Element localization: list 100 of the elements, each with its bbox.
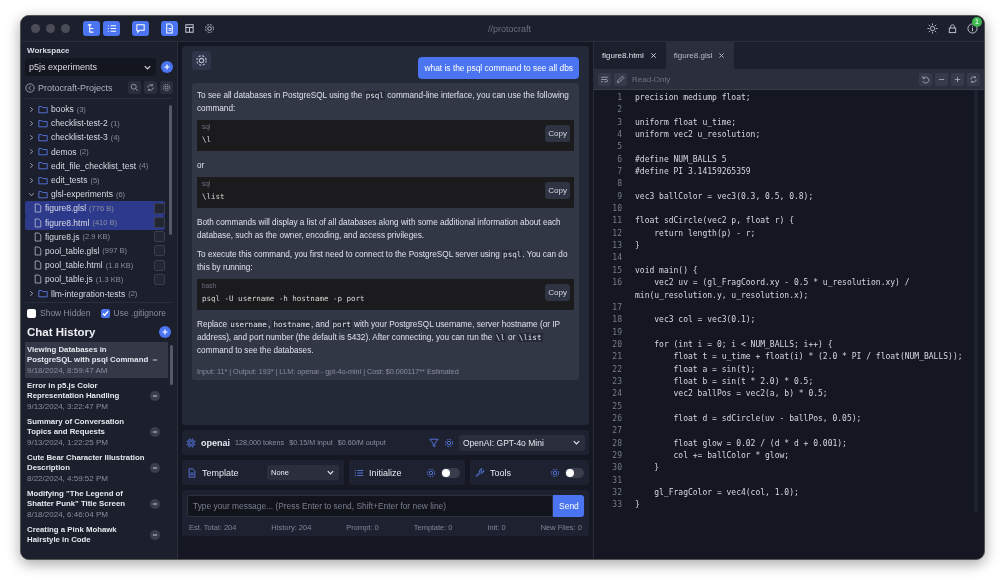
line-number: 20 — [611, 338, 622, 351]
line-number: 26 — [611, 412, 622, 425]
line-number: 9 — [616, 190, 622, 203]
folder-name: checklist-test-2 — [51, 118, 108, 129]
line-number: 21 — [611, 351, 622, 364]
folder-name: llm-integration-tests — [51, 288, 126, 299]
search-icon — [130, 83, 139, 92]
send-button[interactable]: Send — [553, 495, 584, 517]
code-line: float d = sdCircle(uv - ballPos, 0.05); — [672, 412, 863, 425]
file-checkbox[interactable] — [154, 217, 165, 229]
copy-button[interactable]: Copy — [545, 182, 570, 199]
remove-chat-button[interactable] — [150, 427, 160, 437]
close-icon[interactable] — [718, 52, 726, 59]
info-icon[interactable] — [967, 23, 978, 34]
code-line: float a = sin(t); — [672, 363, 757, 376]
workspace-select[interactable]: p5js experiments — [25, 58, 156, 76]
edit-button[interactable] — [614, 72, 627, 86]
code-line: } — [635, 240, 641, 253]
checkbox[interactable] — [100, 308, 110, 318]
window-title: //protocraft — [487, 23, 532, 34]
code-line: vec2 ballPos = vec2(a, b) * 0.5; — [672, 388, 829, 401]
filter-icon[interactable] — [429, 437, 439, 448]
settings-icon — [162, 83, 171, 92]
file-checkbox[interactable] — [154, 273, 165, 285]
chat-date: 8/18/2024, 6:46:04 PM — [27, 510, 109, 519]
tab-label: figure8.html — [602, 51, 644, 60]
folder-name: edit_file_checklist_test — [51, 160, 137, 171]
message-input[interactable]: Type your message... (Press Enter to send, Shift+Enter for new line) — [187, 495, 553, 517]
word-wrap-button[interactable] — [598, 72, 611, 86]
search-button[interactable] — [128, 81, 141, 94]
user-message: what is the psql command to see all dbs — [418, 57, 579, 79]
code-line: float sdCircle(vec2 p, float r) { — [635, 215, 795, 228]
line-number: 31 — [611, 474, 622, 487]
project-name: Protocraft-Projects — [38, 82, 114, 93]
remove-chat-button[interactable] — [150, 463, 160, 473]
tab-label: figure8.glsl — [673, 51, 713, 60]
editor-tab[interactable]: figure8.html — [594, 42, 666, 69]
initialize-label: Initialize — [369, 467, 402, 478]
checkbox-label: Use .gitignore — [113, 308, 166, 318]
code-line: vec3 col = vec3(0.1); — [653, 314, 757, 327]
settings-button[interactable] — [160, 81, 173, 94]
settings-icon[interactable] — [444, 437, 454, 448]
line-number: 33 — [611, 499, 622, 512]
settings-icon[interactable] — [426, 467, 436, 478]
file-icon — [34, 203, 42, 214]
scrollbar[interactable] — [169, 105, 172, 235]
remove-chat-button[interactable] — [150, 391, 160, 401]
model-select[interactable]: OpenAI: GPT-4o Mini — [459, 434, 585, 451]
sun-icon[interactable] — [927, 23, 938, 34]
toggle-switch[interactable] — [565, 467, 584, 478]
scrollbar[interactable] — [170, 345, 173, 385]
workspace-label: Workspace — [27, 46, 71, 55]
list-view-icon[interactable] — [103, 21, 120, 36]
file-checkbox[interactable] — [154, 231, 165, 243]
refresh-button[interactable] — [967, 72, 980, 86]
line-number: 32 — [611, 487, 622, 499]
copy-button[interactable]: Copy — [545, 125, 570, 142]
lock-icon[interactable] — [947, 23, 958, 34]
folder-name: edit_tests — [51, 175, 88, 186]
remove-chat-button[interactable] — [150, 499, 160, 509]
copy-button[interactable]: Copy — [545, 284, 570, 301]
file-icon[interactable] — [161, 21, 178, 36]
back-icon[interactable] — [25, 82, 35, 93]
toggle-switch[interactable] — [441, 467, 460, 478]
undo-button[interactable] — [919, 72, 932, 86]
wrench-icon — [475, 467, 485, 478]
close-icon[interactable] — [649, 52, 657, 59]
zoom-out-button[interactable] — [935, 72, 948, 86]
file-icon — [34, 274, 42, 285]
new-chat-button[interactable] — [159, 326, 171, 338]
editor-tab[interactable]: figure8.glsl — [665, 42, 735, 69]
file-checkbox[interactable] — [154, 259, 165, 271]
line-number: 3 — [616, 116, 622, 129]
add-workspace-button[interactable] — [161, 61, 173, 73]
remove-chat-button[interactable] — [150, 530, 160, 540]
line-number: 15 — [611, 264, 622, 277]
checkbox[interactable] — [27, 308, 36, 318]
chat-icon[interactable] — [132, 21, 149, 36]
line-number: 23 — [611, 375, 622, 388]
line-number: 12 — [611, 227, 622, 240]
refresh-button[interactable] — [144, 81, 157, 94]
folder-name: demos — [51, 146, 77, 157]
file-icon — [34, 260, 42, 271]
settings-icon — [195, 54, 208, 67]
tree-view-icon[interactable] — [83, 21, 100, 36]
line-number: 6 — [616, 153, 622, 166]
file-checkbox[interactable] — [154, 245, 165, 257]
code-line: for (int i = 0; i < NUM_BALLS; i++) { — [653, 338, 834, 351]
settings-icon[interactable] — [550, 467, 560, 478]
zoom-in-button[interactable] — [951, 72, 964, 86]
code-line: vec2 uv = (gl_FragCoord.xy - 0.5 * u_resolution.xy) / min(u_resolution.y, u_resolution.x); — [635, 277, 911, 302]
wrap-icon — [600, 74, 609, 84]
line-number: 16 — [611, 277, 622, 290]
line-number: 8 — [616, 178, 622, 191]
file-checkbox[interactable] — [154, 202, 165, 214]
code-line: uniform vec2 u_resolution; — [635, 129, 762, 142]
chat-date: 8/22/2024, 4:59:52 PM — [27, 474, 109, 483]
settings-button[interactable] — [192, 51, 211, 70]
read-only-label: Read-Only — [632, 74, 671, 84]
folder-name: books — [51, 104, 74, 115]
